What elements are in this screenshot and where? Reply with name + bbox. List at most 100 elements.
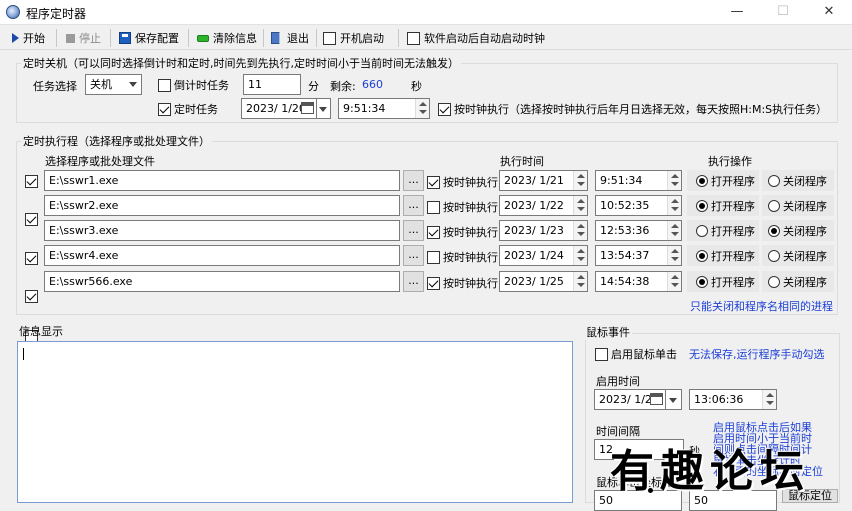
program-clock-checkbox[interactable]: 按时钟执行 xyxy=(427,249,498,265)
browse-button[interactable]: ... xyxy=(403,245,424,266)
browse-button[interactable]: ... xyxy=(403,271,424,292)
close-radio-dot[interactable] xyxy=(768,199,780,212)
program-time-input[interactable]: 14:54:38 xyxy=(595,271,682,292)
countdown-task-checkbox[interactable]: 倒计时任务 xyxy=(158,77,229,93)
text-caret xyxy=(23,348,24,360)
auto-timer-check[interactable] xyxy=(407,31,420,45)
open-radio-dot[interactable] xyxy=(696,174,708,187)
close-radio-dot[interactable] xyxy=(768,249,780,262)
program-clock-checkbox[interactable]: 按时钟执行 xyxy=(427,199,498,215)
program-enable-checkbox[interactable] xyxy=(25,290,38,303)
program-clock-check[interactable] xyxy=(427,225,440,239)
stop-button[interactable]: 停止 xyxy=(62,28,105,48)
open-program-radio[interactable]: 打开程序 xyxy=(687,195,759,216)
autostart-check[interactable] xyxy=(323,31,336,45)
close-radio-dot[interactable] xyxy=(768,174,780,187)
spin-icon[interactable] xyxy=(667,246,681,265)
spin-icon[interactable] xyxy=(667,272,681,291)
spin-icon[interactable] xyxy=(762,390,776,409)
spin-icon[interactable] xyxy=(573,171,587,190)
close-program-radio[interactable]: 关闭程序 xyxy=(762,220,834,241)
spin-icon[interactable] xyxy=(667,221,681,240)
program-time-input[interactable]: 9:51:34 xyxy=(595,170,682,191)
program-time-input[interactable]: 12:53:36 xyxy=(595,220,682,241)
spin-icon[interactable] xyxy=(667,196,681,215)
program-enable-checkbox[interactable] xyxy=(25,251,38,265)
start-time-label: 启用时间 xyxy=(596,375,640,388)
auto-timer-checkbox[interactable]: 软件启动后自动启动时钟 xyxy=(403,28,549,48)
spin-icon[interactable] xyxy=(667,171,681,190)
spin-icon[interactable] xyxy=(573,196,587,215)
open-program-radio[interactable]: 打开程序 xyxy=(687,220,759,241)
browse-button[interactable]: ... xyxy=(403,170,424,191)
close-radio-dot[interactable] xyxy=(768,275,780,288)
close-program-radio[interactable]: 关闭程序 xyxy=(762,170,834,191)
save-config-button[interactable]: 保存配置 xyxy=(115,28,183,48)
program-date-picker[interactable]: 2023/ 1/23 xyxy=(499,220,588,241)
col-time-header: 执行时间 xyxy=(500,155,544,168)
close-program-radio[interactable]: 关闭程序 xyxy=(762,195,834,216)
open-program-radio[interactable]: 打开程序 xyxy=(687,170,759,191)
close-radio-dot[interactable] xyxy=(768,224,780,237)
calendar-icon[interactable] xyxy=(301,102,314,114)
program-path-input[interactable]: E:\sswr4.exe xyxy=(44,245,400,266)
mouse-start-date-picker[interactable]: 2023/ 1/26 xyxy=(594,389,666,410)
start-button[interactable]: 开始 xyxy=(8,28,49,48)
enable-click-check[interactable] xyxy=(595,347,608,361)
timed-task-check[interactable] xyxy=(158,102,171,116)
open-program-radio[interactable]: 打开程序 xyxy=(687,271,759,292)
info-textarea[interactable] xyxy=(17,341,573,503)
chevron-down-icon xyxy=(317,102,329,116)
shutdown-clock-check[interactable] xyxy=(438,102,451,116)
shutdown-date-dropdown[interactable] xyxy=(317,98,331,119)
open-program-radio[interactable]: 打开程序 xyxy=(687,245,759,266)
program-path-input[interactable]: E:\sswr1.exe xyxy=(44,170,400,191)
open-radio-dot[interactable] xyxy=(696,199,708,212)
program-clock-check[interactable] xyxy=(427,175,440,189)
browse-button[interactable]: ... xyxy=(403,195,424,216)
program-clock-check[interactable] xyxy=(427,276,440,290)
program-date-picker[interactable]: 2023/ 1/25 xyxy=(499,271,588,292)
program-clock-checkbox[interactable]: 按时钟执行 xyxy=(427,275,498,291)
clear-info-button[interactable]: 清除信息 xyxy=(193,28,261,48)
program-date-picker[interactable]: 2023/ 1/24 xyxy=(499,245,588,266)
spin-icon[interactable] xyxy=(573,272,587,291)
spin-icon[interactable] xyxy=(573,246,587,265)
timed-task-checkbox[interactable]: 定时任务 xyxy=(158,101,218,117)
open-radio-dot[interactable] xyxy=(696,275,708,288)
program-date-picker[interactable]: 2023/ 1/21 xyxy=(499,170,588,191)
open-radio-dot[interactable] xyxy=(696,224,708,237)
minimize-button[interactable]: — xyxy=(714,0,760,25)
open-radio-dot[interactable] xyxy=(696,249,708,262)
program-enable-checkbox[interactable] xyxy=(25,174,38,188)
program-date-picker[interactable]: 2023/ 1/22 xyxy=(499,195,588,216)
program-time-input[interactable]: 13:54:37 xyxy=(595,245,682,266)
enable-click-checkbox[interactable]: 启用鼠标单击 xyxy=(595,346,677,362)
countdown-minutes-input[interactable]: 11 xyxy=(243,74,301,95)
shutdown-date-picker[interactable]: 2023/ 1/20 xyxy=(241,98,317,119)
countdown-check[interactable] xyxy=(158,78,171,92)
program-path-input[interactable]: E:\sswr2.exe xyxy=(44,195,400,216)
spin-icon[interactable] xyxy=(415,99,429,118)
program-clock-checkbox[interactable]: 按时钟执行 xyxy=(427,174,498,190)
program-enable-checkbox[interactable] xyxy=(25,213,38,226)
program-time-input[interactable]: 10:52:35 xyxy=(595,195,682,216)
calendar-icon[interactable] xyxy=(650,393,663,405)
shutdown-time-input[interactable]: 9:51:34 xyxy=(338,98,430,119)
program-path-input[interactable]: E:\sswr3.exe xyxy=(44,220,400,241)
program-clock-check[interactable] xyxy=(427,250,440,264)
spin-icon[interactable] xyxy=(573,221,587,240)
close-program-radio[interactable]: 关闭程序 xyxy=(762,245,834,266)
autostart-checkbox[interactable]: 开机启动 xyxy=(319,28,388,48)
mouse-start-time-input[interactable]: 13:06:36 xyxy=(689,389,777,410)
task-select-dropdown[interactable]: 关机 xyxy=(85,74,142,95)
program-clock-checkbox[interactable]: 按时钟执行 xyxy=(427,224,498,240)
exit-button[interactable]: 退出 xyxy=(267,28,313,48)
program-path-input[interactable]: E:\sswr566.exe xyxy=(44,271,400,292)
close-program-radio[interactable]: 关闭程序 xyxy=(762,271,834,292)
mouse-date-dropdown[interactable] xyxy=(666,389,682,410)
browse-button[interactable]: ... xyxy=(403,220,424,241)
close-button[interactable]: ✕ xyxy=(806,0,852,25)
shutdown-clock-checkbox[interactable]: 按时钟执行（选择按时钟执行后年月日选择无效，每天按照H:M:S执行任务） xyxy=(438,101,827,117)
program-clock-check[interactable] xyxy=(427,200,440,214)
